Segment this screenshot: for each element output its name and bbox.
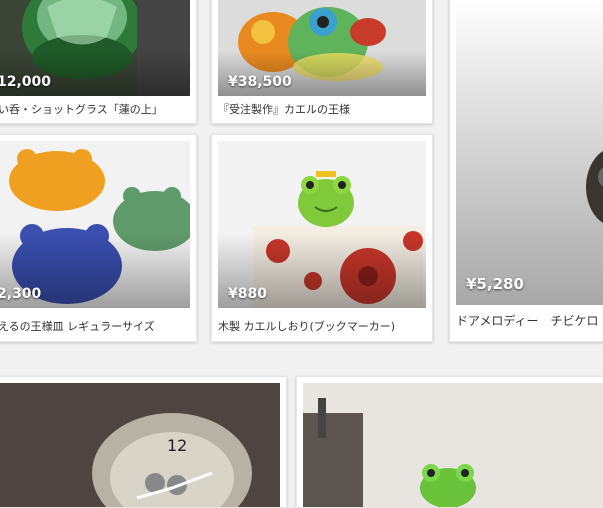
product-card-3[interactable]: ¥5,280 ドアメロディー チビケロ	[449, 0, 603, 342]
price-label: ¥38,500	[228, 74, 292, 90]
product-title[interactable]: かえるの王様皿 レギュラーサイズ	[0, 318, 190, 334]
frog-figure-photo-icon	[303, 383, 603, 507]
product-card-7[interactable]	[296, 376, 603, 508]
product-title[interactable]: ぐい呑・ショットグラス「蓮の上」	[0, 101, 190, 117]
product-image[interactable]	[303, 383, 603, 507]
price-label: 12,000	[0, 74, 52, 90]
clock-image-icon: 12	[0, 383, 280, 507]
product-card-2[interactable]: ¥38,500 『受注製作』カエルの王様	[211, 0, 433, 124]
product-title[interactable]: 木製 カエルしおり(ブックマーカー)	[218, 318, 426, 334]
product-image[interactable]: 12,000	[0, 0, 190, 96]
price-label: ¥5,280	[466, 275, 524, 293]
price-label: 2,300	[0, 286, 42, 302]
product-title[interactable]: 『受注製作』カエルの王様	[218, 101, 426, 117]
product-title[interactable]: ドアメロディー チビケロ	[456, 312, 603, 329]
product-card-4[interactable]: 2,300 かえるの王様皿 レギュラーサイズ	[0, 134, 197, 342]
door-melody-icon	[456, 0, 603, 305]
product-image[interactable]: 12	[0, 383, 280, 507]
product-image[interactable]: ¥5,280	[456, 0, 603, 305]
product-card-1[interactable]: 12,000 ぐい呑・ショットグラス「蓮の上」	[0, 0, 197, 124]
product-card-5[interactable]: ¥880 木製 カエルしおり(ブックマーカー)	[211, 134, 433, 342]
product-image[interactable]: 2,300	[0, 141, 190, 308]
product-image[interactable]: ¥38,500	[218, 0, 426, 96]
product-card-6[interactable]: 12	[0, 376, 287, 508]
price-label: ¥880	[228, 286, 267, 302]
svg-text:12: 12	[167, 436, 187, 455]
product-image[interactable]: ¥880	[218, 141, 426, 308]
